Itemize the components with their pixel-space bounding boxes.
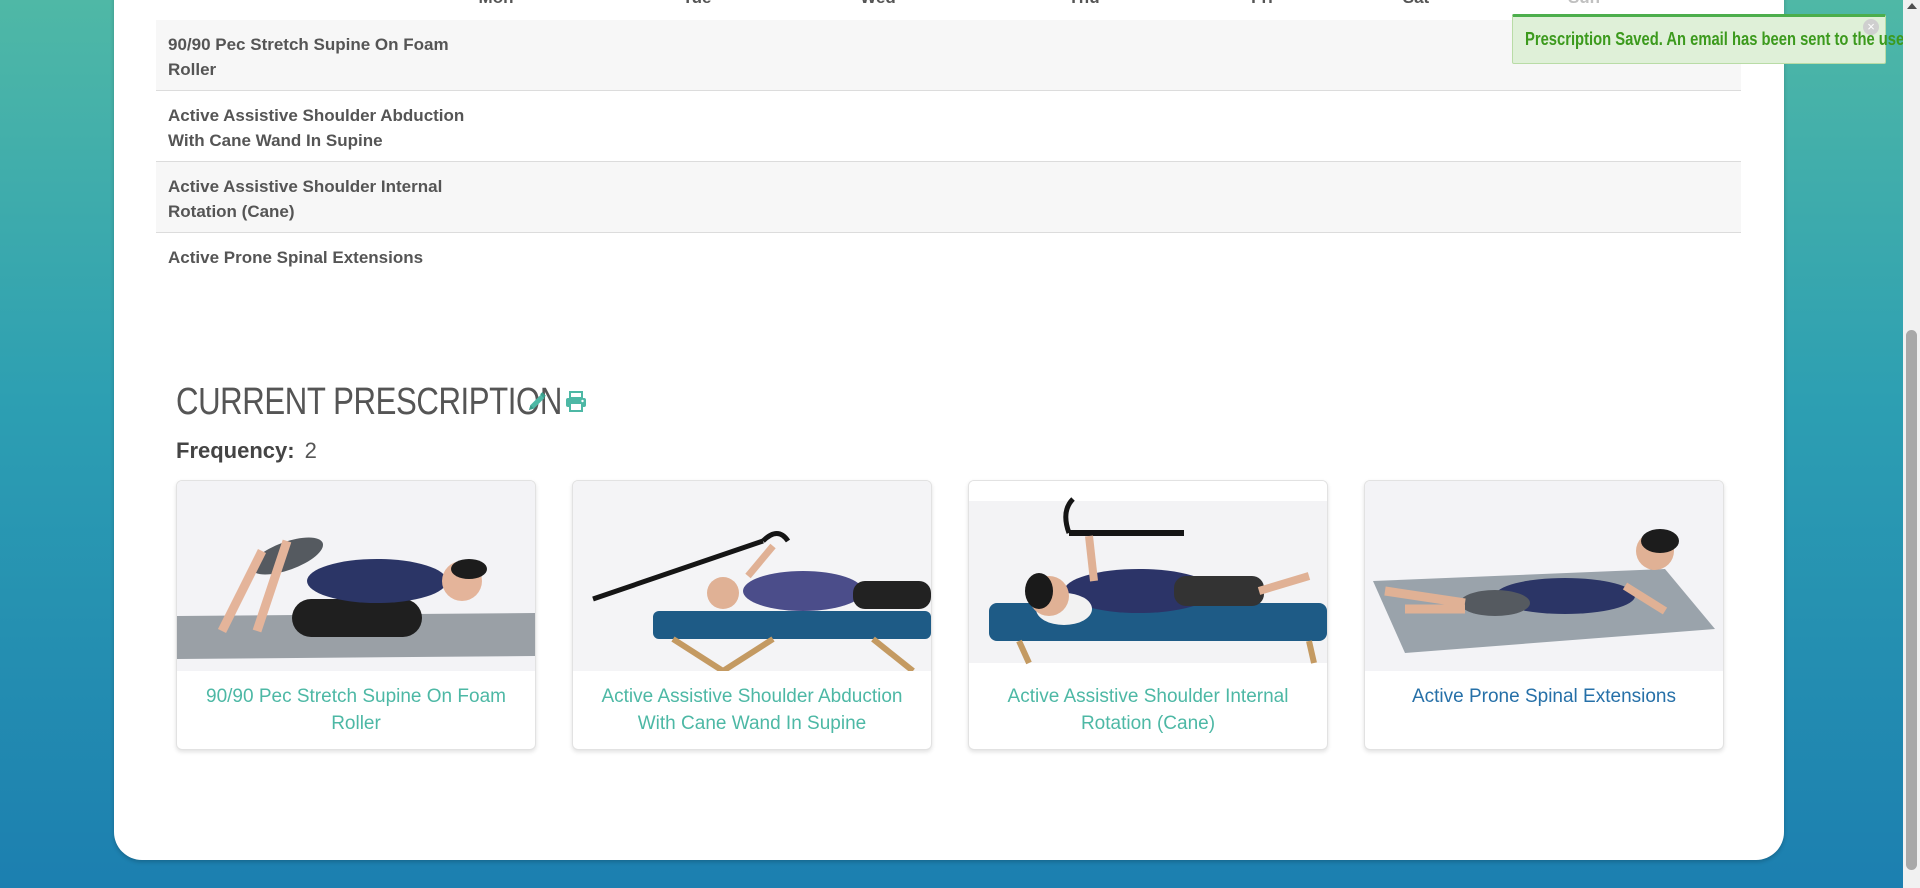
exercise-image-internal-rotation xyxy=(969,481,1327,671)
pencil-icon[interactable] xyxy=(526,391,548,418)
frequency: Frequency: 2 xyxy=(176,438,317,464)
day-header-thu: Thu xyxy=(1068,0,1099,8)
prescription-heading: CURRENT PRESCRIPTION xyxy=(176,377,647,427)
exercise-image-prone-spinal-extension xyxy=(1365,481,1723,671)
section-title: CURRENT PRESCRIPTION xyxy=(176,381,562,423)
exercise-card[interactable]: Active Assistive Shoulder Abduction With… xyxy=(572,480,932,750)
day-header-sun: Sun xyxy=(1568,0,1600,8)
schedule-row: Active Prone Spinal Extensions xyxy=(156,233,1741,283)
schedule-row-name: Active Assistive Shoulder Abduction With… xyxy=(168,106,465,150)
frequency-value: 2 xyxy=(304,438,317,463)
day-header-tue: Tue xyxy=(683,0,712,8)
success-toast: Prescription Saved. An email has been se… xyxy=(1512,14,1913,64)
schedule-header: Mon Tue Wed Thu Fri Sat Sun xyxy=(156,0,1741,21)
exercise-card[interactable]: Active Prone Spinal Extensions xyxy=(1364,480,1724,750)
schedule-row: 90/90 Pec Stretch Supine On Foam Roller xyxy=(156,20,1741,91)
exercise-name[interactable]: Active Assistive Shoulder Internal Rotat… xyxy=(979,683,1317,737)
schedule-row: Active Assistive Shoulder Abduction With… xyxy=(156,91,1741,162)
day-header-mon: Mon xyxy=(479,0,514,8)
schedule-row: Active Assistive Shoulder Internal Rotat… xyxy=(156,162,1741,233)
exercise-image-pec-stretch xyxy=(177,481,535,671)
exercise-name[interactable]: 90/90 Pec Stretch Supine On Foam Roller xyxy=(187,683,525,737)
day-header-fri: Fri xyxy=(1251,0,1273,8)
close-icon[interactable]: × xyxy=(1863,19,1879,35)
exercise-image-shoulder-abduction xyxy=(573,481,931,671)
scroll-up-arrow-icon[interactable] xyxy=(1907,3,1917,9)
schedule-row-name: Active Prone Spinal Extensions xyxy=(168,248,424,267)
exercise-card[interactable]: 90/90 Pec Stretch Supine On Foam Roller xyxy=(176,480,536,750)
exercise-name[interactable]: Active Assistive Shoulder Abduction With… xyxy=(583,683,921,737)
schedule-row-name: 90/90 Pec Stretch Supine On Foam Roller xyxy=(168,35,449,79)
scrollbar-thumb[interactable] xyxy=(1906,330,1917,870)
day-header-wed: Wed xyxy=(860,0,896,8)
print-icon[interactable] xyxy=(564,391,588,418)
day-header-sat: Sat xyxy=(1403,0,1429,8)
schedule-row-name: Active Assistive Shoulder Internal Rotat… xyxy=(168,177,443,221)
toast-message: Prescription Saved. An email has been se… xyxy=(1525,29,1914,49)
exercise-name[interactable]: Active Prone Spinal Extensions xyxy=(1375,683,1713,710)
scrollbar[interactable] xyxy=(1903,0,1920,888)
exercise-card[interactable]: Active Assistive Shoulder Internal Rotat… xyxy=(968,480,1328,750)
frequency-label: Frequency: xyxy=(176,438,295,463)
